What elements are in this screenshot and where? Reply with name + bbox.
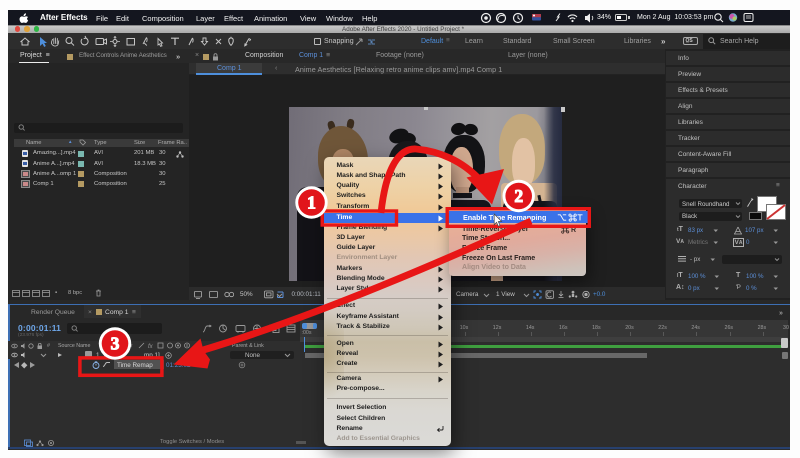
svg-text:2: 2 (514, 186, 523, 206)
svg-text:1: 1 (307, 193, 316, 213)
svg-text:3: 3 (111, 334, 120, 354)
